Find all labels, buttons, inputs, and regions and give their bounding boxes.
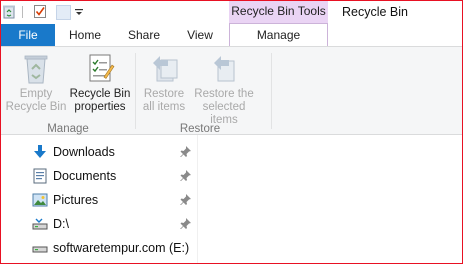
window-border (0, 0, 463, 264)
